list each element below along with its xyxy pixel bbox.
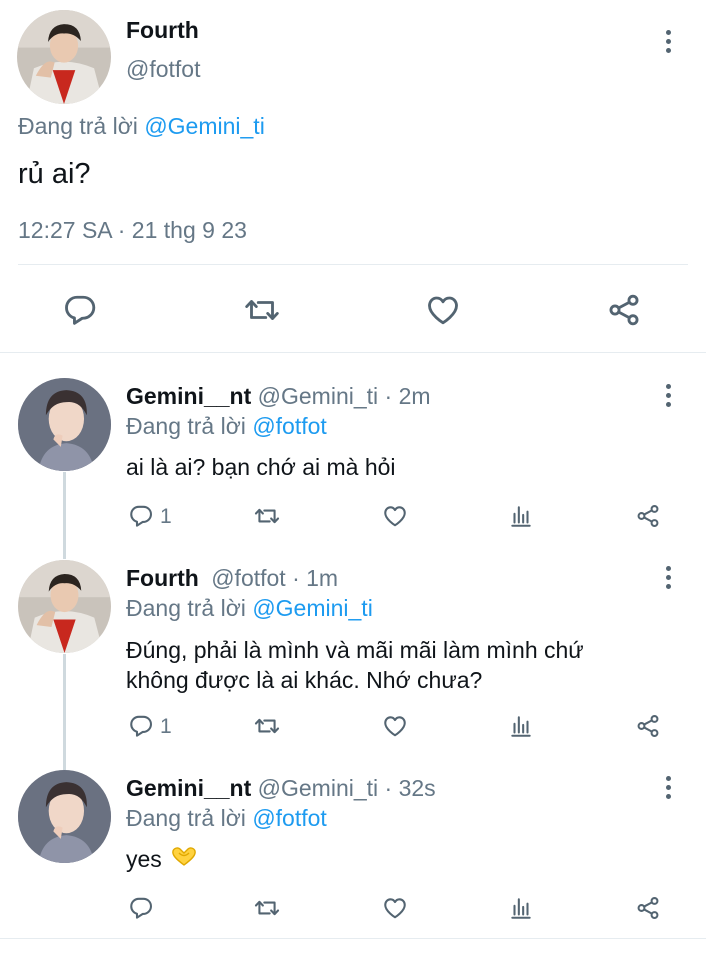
reply-prefix: Đang trả lời	[126, 805, 246, 831]
avatar[interactable]	[18, 770, 111, 863]
tweet-text: rủ ai?	[18, 158, 91, 190]
reply-context: Đang trả lời @Gemini_ti	[18, 113, 265, 140]
reply-to-link[interactable]: @Gemini_ti	[144, 113, 265, 139]
author-name[interactable]: Gemini__nt	[126, 383, 251, 409]
divider	[18, 264, 688, 265]
avatar[interactable]	[17, 10, 111, 104]
handle-time[interactable]: @fotfot · 1m	[211, 565, 338, 591]
author-name[interactable]: Fourth	[126, 565, 199, 591]
avatar[interactable]	[18, 560, 111, 653]
reply-header: Gemini__nt @Gemini_ti · 32s	[126, 775, 436, 802]
thread-line	[63, 654, 66, 770]
heart-hands-emoji	[170, 845, 198, 873]
more-vertical-icon[interactable]	[658, 776, 678, 799]
reply-icon[interactable]	[128, 503, 154, 529]
share-icon[interactable]	[635, 895, 661, 921]
handle-time[interactable]: @Gemini_ti · 32s	[258, 775, 436, 801]
author-handle[interactable]: @fotfot	[126, 56, 201, 83]
views-icon[interactable]	[508, 713, 534, 739]
divider	[0, 352, 706, 353]
retweet-icon[interactable]	[244, 292, 280, 328]
views-icon[interactable]	[508, 895, 534, 921]
retweet-icon[interactable]	[254, 895, 280, 921]
heart-icon[interactable]	[382, 895, 408, 921]
share-icon[interactable]	[606, 292, 642, 328]
share-icon[interactable]	[635, 503, 661, 529]
reply-text: ai là ai? bạn chớ ai mà hỏi	[126, 454, 396, 480]
reply-text-value: yes	[126, 845, 162, 872]
retweet-icon[interactable]	[254, 503, 280, 529]
reply-to-link[interactable]: @fotfot	[252, 805, 327, 831]
thread-line	[63, 472, 66, 559]
reply-icon[interactable]	[128, 895, 154, 921]
more-vertical-icon[interactable]	[658, 384, 678, 407]
heart-icon[interactable]	[425, 292, 461, 328]
reply-text-line: không được là ai khác. Nhớ chưa?	[126, 667, 483, 693]
reply-header: Gemini__nt @Gemini_ti · 2m	[126, 383, 431, 410]
author-name[interactable]: Fourth	[126, 17, 199, 44]
reply-icon[interactable]	[62, 292, 98, 328]
tweet-timestamp[interactable]: 12:27 SA · 21 thg 9 23	[18, 217, 247, 244]
reply-text: yes	[126, 845, 198, 873]
reply-text-line: Đúng, phải là mình và mãi mãi làm mình c…	[126, 637, 584, 663]
more-vertical-icon[interactable]	[658, 566, 678, 589]
reply-to-link[interactable]: @Gemini_ti	[252, 595, 373, 621]
avatar[interactable]	[18, 378, 111, 471]
reply-to-link[interactable]: @fotfot	[252, 413, 327, 439]
divider	[0, 938, 706, 939]
reply-header: Fourth @fotfot · 1m	[126, 565, 338, 592]
retweet-icon[interactable]	[254, 713, 280, 739]
reply-prefix: Đang trả lời	[18, 113, 138, 139]
share-icon[interactable]	[635, 713, 661, 739]
author-name[interactable]: Gemini__nt	[126, 775, 251, 801]
reply-text: Đúng, phải là mình và mãi mãi làm mình c…	[126, 635, 584, 695]
heart-icon[interactable]	[382, 503, 408, 529]
views-icon[interactable]	[508, 503, 534, 529]
reply-icon[interactable]	[128, 713, 154, 739]
reply-context: Đang trả lời @fotfot	[126, 805, 327, 832]
reply-prefix: Đang trả lời	[126, 413, 246, 439]
handle-time[interactable]: @Gemini_ti · 2m	[258, 383, 431, 409]
reply-context: Đang trả lời @fotfot	[126, 413, 327, 440]
heart-icon[interactable]	[382, 713, 408, 739]
reply-count: 1	[160, 505, 172, 528]
more-vertical-icon[interactable]	[658, 30, 678, 53]
reply-count: 1	[160, 715, 172, 738]
reply-context: Đang trả lời @Gemini_ti	[126, 595, 373, 622]
reply-prefix: Đang trả lời	[126, 595, 246, 621]
